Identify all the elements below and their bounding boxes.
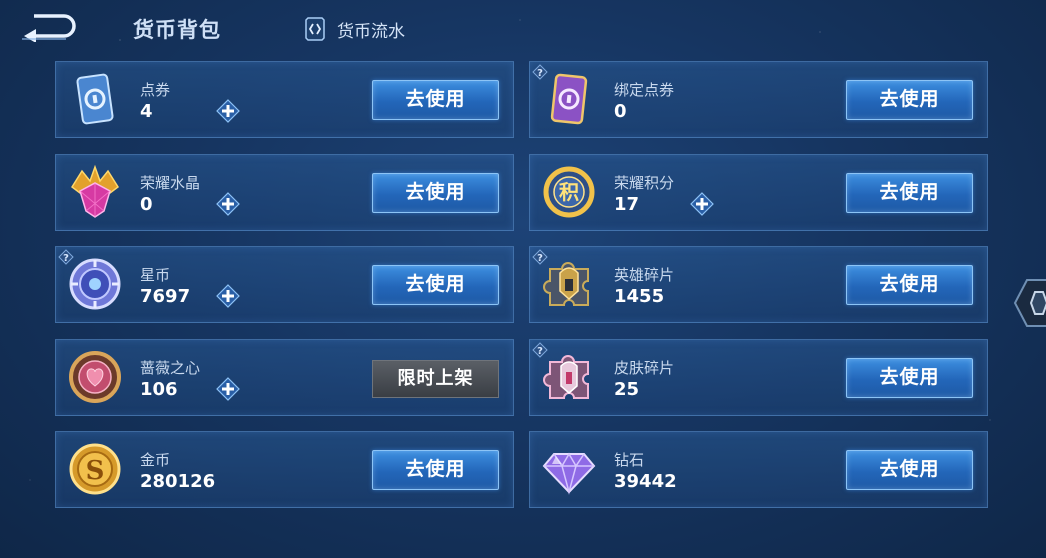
currency-name: 星币 — [140, 266, 171, 284]
use-button[interactable]: 去使用 — [372, 450, 499, 490]
skin-fragment-icon — [540, 348, 598, 406]
bound-coupon-card-icon — [540, 70, 598, 128]
use-button[interactable]: 去使用 — [846, 172, 973, 213]
use-button[interactable]: 去使用 — [846, 265, 973, 305]
currency-card: ? 英雄碎片 1455 去使用 — [529, 246, 988, 323]
currency-card: ? 皮肤碎片 25 去使用 — [529, 338, 988, 416]
currency-name: 蔷薇之心 — [140, 358, 201, 377]
page-title: 货币背包 — [133, 18, 221, 42]
currency-amount: 39442 — [614, 471, 677, 492]
use-button[interactable]: 去使用 — [846, 80, 973, 120]
currency-name: 英雄碎片 — [614, 266, 675, 284]
currency-name: 荣耀积分 — [614, 173, 675, 192]
star-coin-icon — [66, 255, 124, 313]
currency-amount: 0 — [140, 193, 153, 215]
currency-amount: 0 — [614, 101, 627, 122]
use-button[interactable]: 去使用 — [846, 450, 973, 490]
hero-fragment-icon — [540, 255, 598, 313]
currency-card: ? 绑定点券 0 去使用 — [529, 61, 988, 138]
svg-text:S: S — [86, 456, 105, 486]
ledger-card-icon — [305, 17, 325, 41]
currency-amount: 1455 — [614, 286, 665, 307]
glory-crystal-icon — [66, 163, 124, 221]
use-button[interactable]: 去使用 — [372, 172, 499, 213]
currency-amount: 4 — [140, 101, 153, 122]
back-arrow-icon[interactable] — [20, 12, 76, 42]
limited-time-button: 限时上架 — [372, 359, 499, 398]
currency-card: 蔷薇之心 106 限时上架 — [55, 338, 514, 416]
currency-name: 金币 — [140, 451, 171, 469]
use-button[interactable]: 去使用 — [372, 80, 499, 120]
currency-name: 点券 — [140, 81, 171, 99]
add-plus-icon[interactable] — [216, 284, 240, 308]
add-plus-icon[interactable] — [216, 99, 240, 123]
currency-name: 皮肤碎片 — [614, 358, 675, 377]
currency-card: 荣耀水晶 0 去使用 — [55, 153, 514, 231]
tab-currency-flow[interactable]: 货币流水 — [305, 16, 405, 42]
currency-card: 钻石 39442 去使用 — [529, 431, 988, 508]
coupon-card-icon — [66, 70, 124, 128]
currency-amount: 17 — [614, 193, 640, 215]
currency-amount: 7697 — [140, 286, 191, 307]
rose-heart-icon — [66, 348, 124, 406]
add-plus-icon[interactable] — [216, 376, 240, 401]
currency-amount: 25 — [614, 378, 640, 400]
currency-name: 绑定点券 — [614, 81, 675, 99]
tab-currency-flow-label: 货币流水 — [337, 21, 405, 42]
gold-coin-icon: S — [66, 440, 124, 498]
header-bar: 货币背包 货币流水 — [0, 0, 1046, 58]
use-button[interactable]: 去使用 — [372, 265, 499, 305]
add-plus-icon[interactable] — [216, 191, 240, 216]
add-plus-icon[interactable] — [690, 191, 714, 216]
currency-name: 荣耀水晶 — [140, 173, 201, 192]
svg-text:积: 积 — [559, 180, 579, 204]
currency-card: ? 星币 7697 去使用 — [55, 246, 514, 323]
currency-card: 积 荣耀积分 17 去使用 — [529, 153, 988, 231]
diamond-icon — [540, 440, 598, 498]
use-button[interactable]: 去使用 — [846, 357, 973, 398]
side-drawer-handle[interactable] — [1013, 278, 1046, 328]
currency-card: S 金币 280126 去使用 — [55, 431, 514, 508]
currency-card: 点券 4 去使用 — [55, 61, 514, 138]
currency-name: 钻石 — [614, 451, 645, 469]
glory-points-coin-icon: 积 — [540, 163, 598, 221]
currency-amount: 106 — [140, 378, 178, 400]
currency-amount: 280126 — [140, 471, 216, 492]
